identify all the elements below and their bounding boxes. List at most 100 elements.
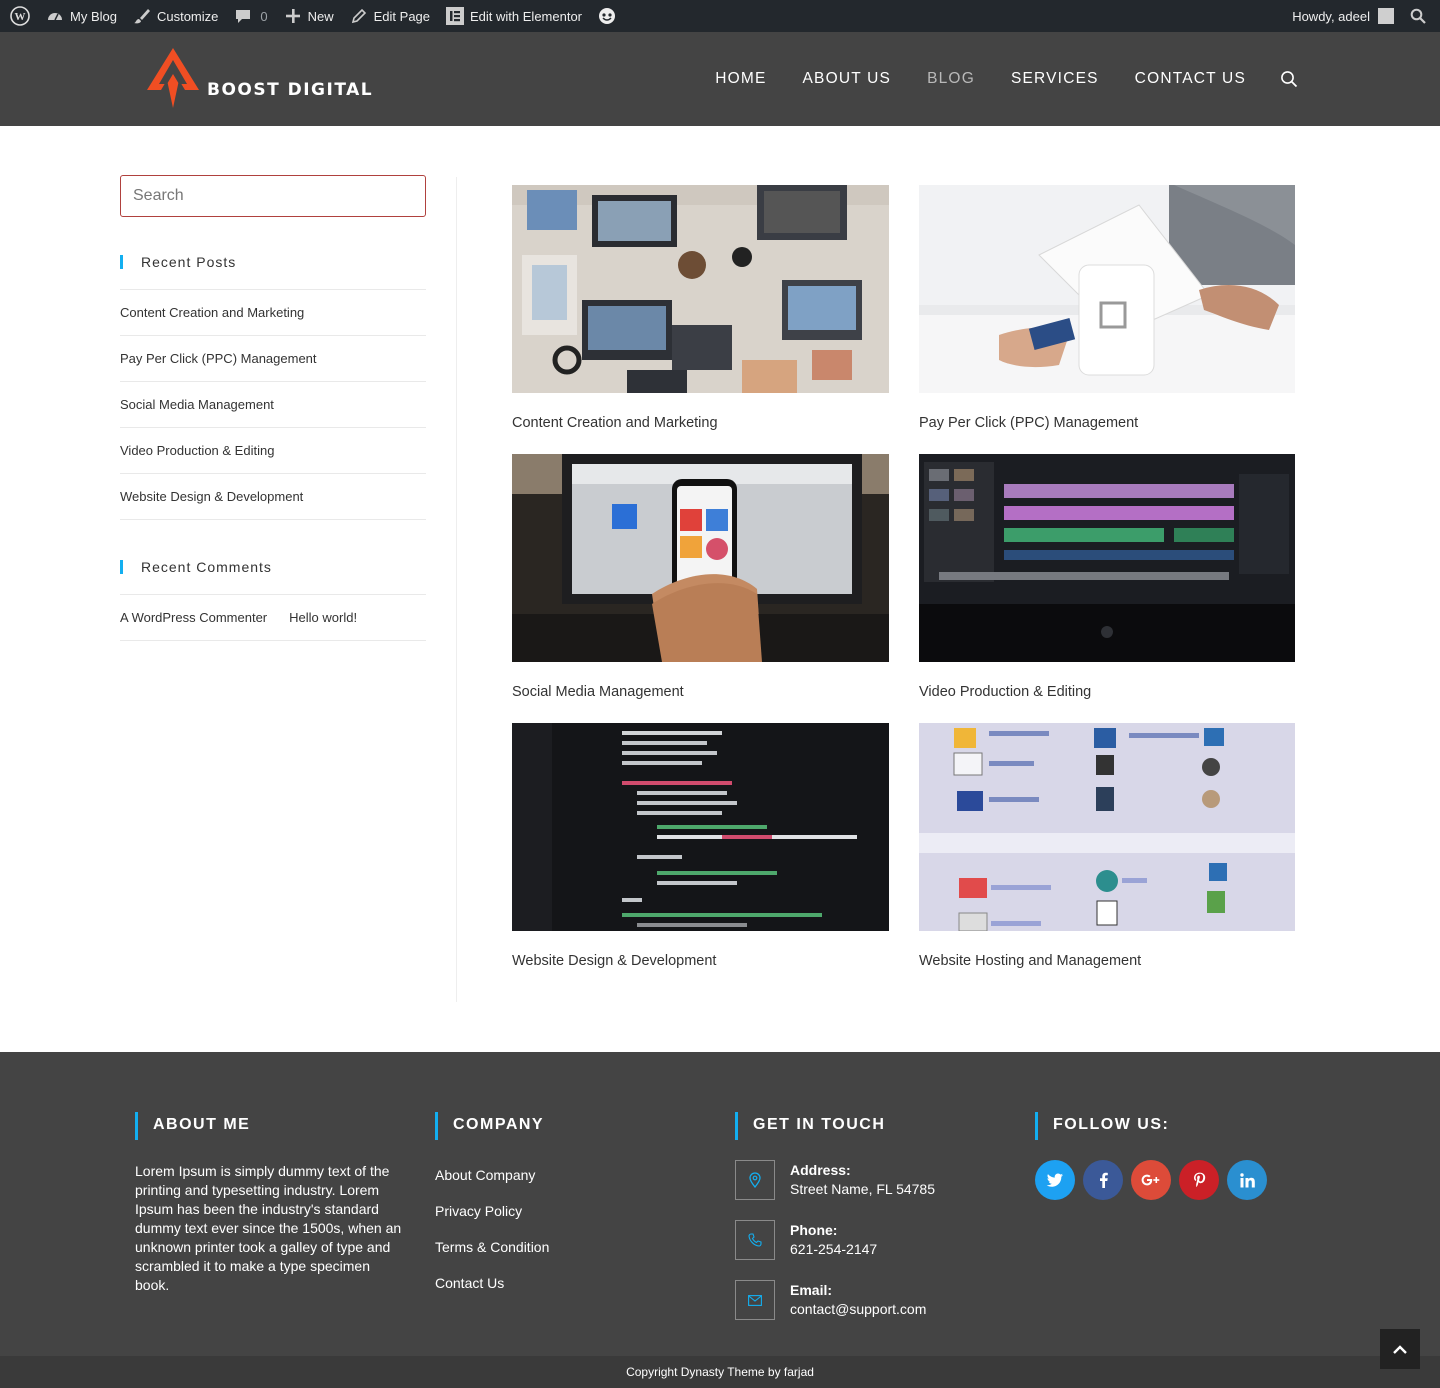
- nav-blog[interactable]: BLOG: [927, 70, 975, 88]
- posts-grid: Content Creation and Marketing Pay Per C…: [512, 185, 1295, 992]
- admin-elementor-label: Edit with Elementor: [470, 8, 583, 24]
- post-card: Pay Per Click (PPC) Management: [919, 185, 1295, 454]
- post-title-link[interactable]: Website Hosting and Management: [919, 953, 1295, 969]
- admin-customize-link[interactable]: Customize: [125, 0, 226, 32]
- facebook-icon[interactable]: [1083, 1160, 1123, 1200]
- social-links: [1035, 1160, 1275, 1200]
- sidebar: Recent Posts Content Creation and Market…: [120, 175, 426, 641]
- comment-post-link[interactable]: Hello world!: [289, 610, 357, 625]
- footer-touch-title: GET IN TOUCH: [735, 1112, 935, 1140]
- post-title-link[interactable]: Social Media Management: [512, 684, 889, 700]
- recent-comments-list: A WordPress Commenter Hello world!: [120, 594, 426, 641]
- site-footer: ABOUT ME Lorem Ipsum is simply dummy tex…: [0, 1052, 1440, 1356]
- list-item: Video Production & Editing: [120, 428, 426, 474]
- logo-arrow-icon: [147, 48, 199, 108]
- google-plus-icon[interactable]: [1131, 1160, 1171, 1200]
- linkedin-icon[interactable]: [1227, 1160, 1267, 1200]
- admin-plugin-icon[interactable]: [590, 0, 624, 32]
- post-card: Social Media Management: [512, 454, 889, 723]
- phone-value[interactable]: 621-254-2147: [790, 1241, 877, 1257]
- site-logo[interactable]: BOOST DIGITAL: [143, 46, 373, 114]
- post-thumbnail-social-phone[interactable]: [512, 454, 889, 662]
- copyright-text: Copyright Dynasty Theme by farjad: [626, 1365, 814, 1379]
- nav-home[interactable]: HOME: [715, 70, 766, 88]
- post-thumbnail-code[interactable]: [512, 723, 889, 931]
- elementor-icon: [446, 7, 465, 25]
- footer-link-terms[interactable]: Terms & Condition: [435, 1239, 549, 1275]
- post-title-link[interactable]: Website Design & Development: [512, 953, 889, 969]
- footer-about-title: ABOUT ME: [135, 1112, 405, 1140]
- footer-about-text: Lorem Ipsum is simply dummy text of the …: [135, 1163, 402, 1293]
- recent-post-link[interactable]: Video Production & Editing: [120, 443, 274, 458]
- list-item: Social Media Management: [120, 382, 426, 428]
- recent-post-link[interactable]: Content Creation and Marketing: [120, 305, 304, 320]
- plus-icon: [285, 9, 300, 23]
- pinterest-icon[interactable]: [1179, 1160, 1219, 1200]
- envelope-icon: [735, 1280, 775, 1320]
- admin-elementor-link[interactable]: Edit with Elementor: [438, 0, 590, 32]
- footer-link-about-company[interactable]: About Company: [435, 1167, 549, 1203]
- admin-site-label: My Blog: [70, 8, 117, 24]
- footer-link-contact-us[interactable]: Contact Us: [435, 1275, 549, 1311]
- scroll-to-top-button[interactable]: [1380, 1329, 1420, 1369]
- recent-posts-list: Content Creation and Marketing Pay Per C…: [120, 289, 426, 520]
- post-card: Website Hosting and Management: [919, 723, 1295, 992]
- footer-email: Email: contact@support.com: [735, 1280, 935, 1320]
- footer-phone: Phone: 621-254-2147: [735, 1220, 935, 1260]
- footer-contact-column: GET IN TOUCH Address: Street Name, FL 54…: [735, 1112, 935, 1320]
- pencil-icon: [351, 8, 366, 24]
- sidebar-divider: [456, 177, 457, 1002]
- admin-bar: W My Blog Customize 0 New Edit Page Edit…: [0, 0, 1440, 32]
- recent-post-link[interactable]: Website Design & Development: [120, 489, 303, 504]
- admin-comments-count: 0: [260, 8, 268, 24]
- post-thumbnail-laptops[interactable]: [512, 185, 889, 393]
- post-title-link[interactable]: Content Creation and Marketing: [512, 415, 889, 431]
- post-thumbnail-payment-terminal[interactable]: [919, 185, 1295, 393]
- email-label: Email:: [790, 1282, 833, 1298]
- footer-company-links: About Company Privacy Policy Terms & Con…: [435, 1167, 549, 1311]
- list-item: Website Design & Development: [120, 474, 426, 520]
- footer-company-title: COMPANY: [435, 1112, 549, 1140]
- nav-contact-us[interactable]: CONTACT US: [1135, 70, 1246, 88]
- main-nav: HOME ABOUT US BLOG SERVICES CONTACT US: [679, 32, 1298, 126]
- search-input[interactable]: [120, 175, 426, 217]
- recent-post-link[interactable]: Pay Per Click (PPC) Management: [120, 351, 317, 366]
- svg-text:W: W: [15, 11, 26, 23]
- dashboard-icon: [48, 13, 62, 21]
- twitter-icon[interactable]: [1035, 1160, 1075, 1200]
- search-icon[interactable]: [1280, 70, 1298, 88]
- logo-text: BOOST DIGITAL: [207, 80, 374, 100]
- email-value[interactable]: contact@support.com: [790, 1301, 926, 1317]
- admin-customize-label: Customize: [156, 8, 219, 24]
- site-header: BOOST DIGITAL HOME ABOUT US BLOG SERVICE…: [0, 32, 1440, 126]
- post-title-link[interactable]: Pay Per Click (PPC) Management: [919, 415, 1295, 431]
- map-pin-icon: [735, 1160, 775, 1200]
- nav-about-us[interactable]: ABOUT US: [803, 70, 892, 88]
- address-value: Street Name, FL 54785: [790, 1181, 936, 1197]
- comment-author-link[interactable]: A WordPress Commenter: [120, 610, 267, 625]
- admin-new-link[interactable]: New: [276, 0, 342, 32]
- address-label: Address:: [790, 1162, 851, 1178]
- brush-icon: [133, 9, 150, 24]
- post-thumbnail-hosting[interactable]: [919, 723, 1295, 931]
- admin-comments-link[interactable]: 0: [226, 0, 275, 32]
- footer-follow-title: FOLLOW US:: [1035, 1112, 1275, 1140]
- admin-new-label: New: [307, 8, 334, 24]
- post-card: Video Production & Editing: [919, 454, 1295, 723]
- recent-comments-title: Recent Comments: [120, 560, 426, 574]
- footer-address: Address: Street Name, FL 54785: [735, 1160, 935, 1200]
- post-card: Content Creation and Marketing: [512, 185, 889, 454]
- admin-search-icon[interactable]: [1402, 0, 1434, 32]
- nav-services[interactable]: SERVICES: [1011, 70, 1099, 88]
- admin-site-link[interactable]: My Blog: [38, 0, 125, 32]
- wordpress-logo-icon[interactable]: W: [2, 0, 38, 32]
- footer-company-column: COMPANY About Company Privacy Policy Ter…: [435, 1112, 549, 1311]
- recent-post-link[interactable]: Social Media Management: [120, 397, 274, 412]
- list-item: A WordPress Commenter Hello world!: [120, 595, 426, 641]
- admin-account-menu[interactable]: Howdy, adeel: [1284, 0, 1402, 32]
- admin-howdy-label: Howdy, adeel: [1292, 8, 1370, 24]
- post-thumbnail-video-editing[interactable]: [919, 454, 1295, 662]
- admin-edit-page-link[interactable]: Edit Page: [342, 0, 438, 32]
- post-title-link[interactable]: Video Production & Editing: [919, 684, 1295, 700]
- footer-link-privacy-policy[interactable]: Privacy Policy: [435, 1203, 549, 1239]
